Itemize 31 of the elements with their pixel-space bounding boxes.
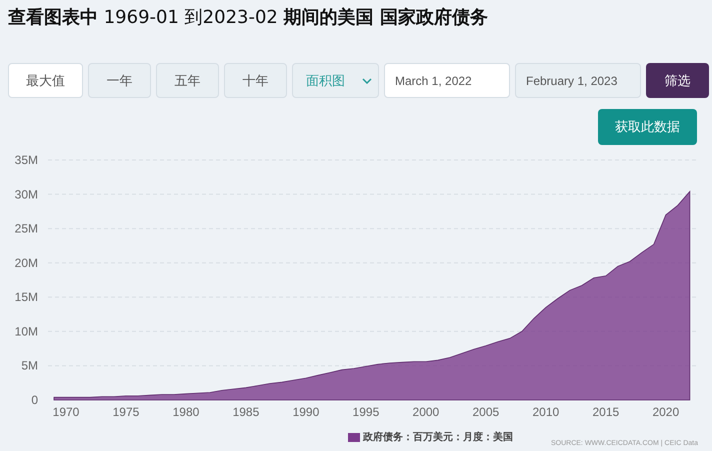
date-to-field[interactable]: February 1, 2023 — [515, 63, 641, 98]
x-axis-label: 2005 — [472, 405, 500, 419]
legend-label: 政府债务：百万美元：月度：美国 — [363, 430, 513, 445]
y-axis-label: 25M — [14, 222, 38, 236]
date-from-field[interactable]: March 1, 2022 — [384, 63, 510, 98]
x-axis-label: 2015 — [592, 405, 620, 419]
y-axis-label: 30M — [14, 187, 38, 202]
x-axis-label: 1990 — [292, 405, 320, 419]
y-axis-label: 10M — [14, 324, 38, 338]
range-button[interactable]: 十年 — [224, 63, 287, 98]
y-axis-label: 0 — [31, 393, 38, 407]
range-button[interactable]: 五年 — [156, 63, 219, 98]
y-axis-label: 15M — [14, 290, 38, 304]
x-axis-label: 1970 — [52, 405, 80, 419]
range-button[interactable]: 最大值 — [8, 63, 83, 98]
filter-button[interactable]: 筛选 — [646, 63, 709, 98]
range-button[interactable]: 一年 — [88, 63, 151, 98]
x-axis-label: 2010 — [532, 405, 560, 419]
y-axis-label: 5M — [21, 358, 38, 373]
y-axis-label: 35M — [14, 153, 38, 167]
y-axis-label: 20M — [14, 256, 38, 270]
chevron-down-icon — [362, 78, 372, 84]
x-axis-label: 1995 — [352, 405, 380, 419]
x-axis-label: 1975 — [112, 405, 140, 419]
x-axis-label: 1985 — [232, 405, 260, 419]
x-axis-label: 2020 — [652, 405, 680, 419]
x-axis-label: 2000 — [412, 405, 440, 419]
page-title: 查看图表中 1969-01 到2023-02 期间的美国 国家政府债务 — [8, 6, 488, 30]
fetch-data-button[interactable]: 获取此数据 — [598, 109, 697, 145]
x-axis-label: 1980 — [172, 405, 200, 419]
legend-swatch — [348, 433, 360, 442]
